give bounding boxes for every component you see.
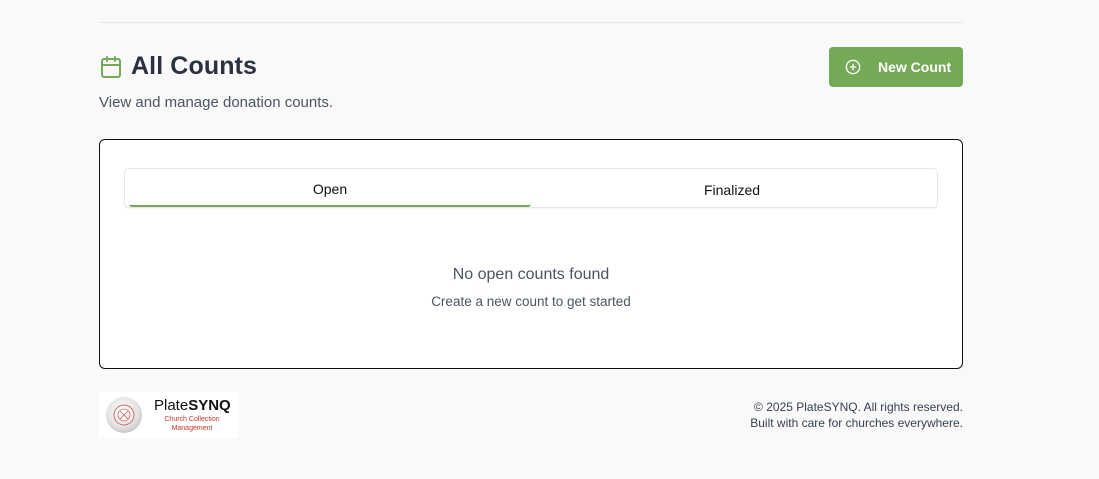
- logo-badge-icon: [99, 394, 146, 436]
- footer-tagline: Built with care for churches everywhere.: [750, 416, 963, 430]
- empty-state-title: No open counts found: [452, 266, 610, 283]
- title-group: All Counts: [99, 52, 257, 81]
- new-count-button[interactable]: New Count: [829, 47, 963, 87]
- logo-text: PlateSYNQ Church Collection Management: [154, 398, 231, 433]
- page-header: All Counts New Count: [99, 47, 963, 87]
- tab-finalized[interactable]: Finalized: [531, 173, 933, 207]
- logo-tagline: Church Collection Management: [164, 415, 220, 432]
- counts-card: Open Finalized No open counts found Crea…: [99, 139, 963, 369]
- page-subtitle: View and manage donation counts.: [99, 94, 334, 111]
- tab-open[interactable]: Open: [129, 173, 531, 207]
- copyright-text: © 2025 PlateSYNQ. All rights reserved.: [754, 400, 963, 414]
- footer-text: © 2025 PlateSYNQ. All rights reserved. B…: [750, 399, 963, 431]
- plus-circle-icon: [829, 59, 861, 75]
- new-count-label: New Count: [878, 59, 952, 75]
- page-title: All Counts: [131, 52, 257, 80]
- footer-logo: PlateSYNQ Church Collection Management: [99, 392, 239, 438]
- logo-name: PlateSYNQ: [154, 396, 231, 414]
- top-divider: [99, 22, 963, 23]
- empty-state-subtitle: Create a new count to get started: [431, 294, 631, 309]
- tab-list: Open Finalized: [124, 168, 938, 208]
- calendar-icon: [99, 55, 123, 79]
